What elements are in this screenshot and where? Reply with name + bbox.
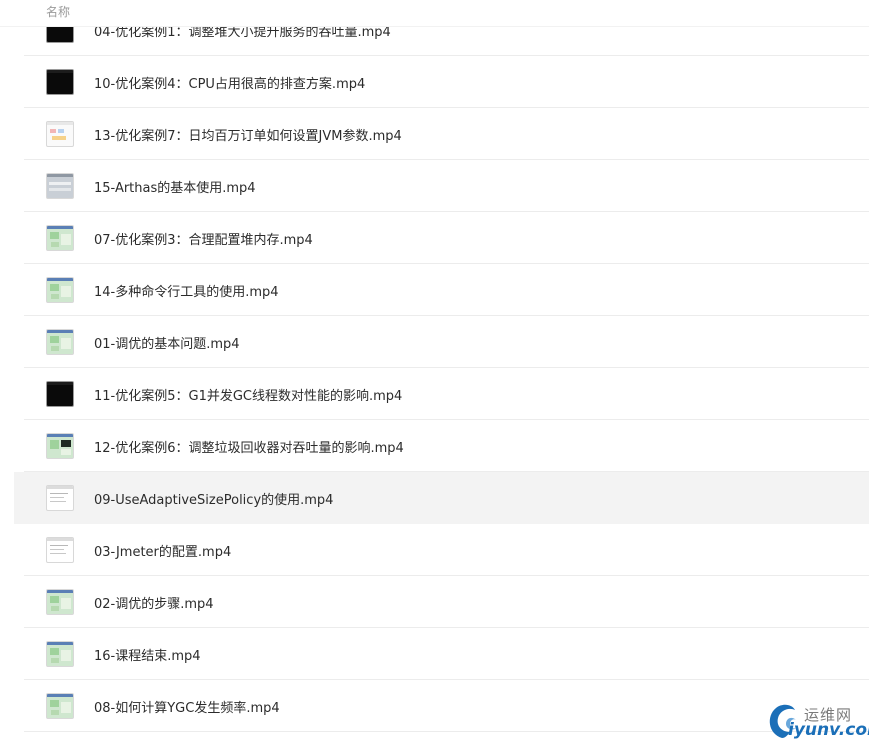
file-row[interactable]: 14-多种命令行工具的使用.mp4	[14, 264, 869, 316]
video-thumbnail-icon	[46, 277, 74, 303]
file-row[interactable]: 03-Jmeter的配置.mp4	[14, 524, 869, 576]
file-row[interactable]: 11-优化案例5：G1并发GC线程数对性能的影响.mp4	[14, 368, 869, 420]
file-explorer-page: 04-优化案例1：调整堆大小提升服务的吞吐量.mp4 10-优化案例4：CPU占用…	[0, 0, 869, 748]
video-thumbnail-icon	[46, 433, 74, 459]
file-row[interactable]: 01-调优的基本问题.mp4	[14, 316, 869, 368]
file-name: 07-优化案例3：合理配置堆内存.mp4	[94, 233, 313, 248]
video-thumbnail-icon	[46, 641, 74, 667]
file-row[interactable]: 07-优化案例3：合理配置堆内存.mp4	[14, 212, 869, 264]
video-thumbnail-icon	[46, 225, 74, 251]
video-thumbnail-icon	[46, 537, 74, 563]
file-name: 13-优化案例7：日均百万订单如何设置JVM参数.mp4	[94, 129, 402, 144]
file-name: 14-多种命令行工具的使用.mp4	[94, 285, 279, 300]
file-name: 02-调优的步骤.mp4	[94, 597, 214, 612]
file-name: 08-如何计算YGC发生频率.mp4	[94, 701, 280, 716]
file-name: 15-Arthas的基本使用.mp4	[94, 181, 256, 196]
video-thumbnail-icon	[46, 485, 74, 511]
file-name: 11-优化案例5：G1并发GC线程数对性能的影响.mp4	[94, 389, 403, 404]
video-thumbnail-icon	[46, 329, 74, 355]
file-name: 09-UseAdaptiveSizePolicy的使用.mp4	[94, 493, 334, 508]
file-row[interactable]: 15-Arthas的基本使用.mp4	[14, 160, 869, 212]
file-name: 16-课程结束.mp4	[94, 649, 201, 664]
video-thumbnail-icon	[46, 693, 74, 719]
video-thumbnail-icon	[46, 589, 74, 615]
column-header-name[interactable]: 名称	[46, 3, 70, 20]
file-row[interactable]: 10-优化案例4：CPU占用很高的排查方案.mp4	[14, 56, 869, 108]
list-header: 名称	[0, 0, 869, 27]
video-thumbnail-icon	[46, 121, 74, 147]
file-name: 12-优化案例6：调整垃圾回收器对吞吐量的影响.mp4	[94, 441, 404, 456]
watermark-logo: 运维网 iyunv.com	[762, 698, 869, 744]
video-thumbnail-icon	[46, 69, 74, 95]
video-thumbnail-icon	[46, 381, 74, 407]
file-row[interactable]: 12-优化案例6：调整垃圾回收器对吞吐量的影响.mp4	[14, 420, 869, 472]
file-name: 10-优化案例4：CPU占用很高的排查方案.mp4	[94, 77, 366, 92]
file-row[interactable]: 02-调优的步骤.mp4	[14, 576, 869, 628]
file-row[interactable]: 13-优化案例7：日均百万订单如何设置JVM参数.mp4	[14, 108, 869, 160]
file-row[interactable]: 16-课程结束.mp4	[14, 628, 869, 680]
file-list: 04-优化案例1：调整堆大小提升服务的吞吐量.mp4 10-优化案例4：CPU占用…	[0, 0, 869, 748]
file-row[interactable]: 09-UseAdaptiveSizePolicy的使用.mp4	[14, 472, 869, 524]
row-divider	[24, 731, 869, 732]
file-name: 01-调优的基本问题.mp4	[94, 337, 240, 352]
file-row[interactable]: 08-如何计算YGC发生频率.mp4	[14, 680, 869, 732]
video-thumbnail-icon	[46, 173, 74, 199]
watermark-en-text: iyunv.com	[788, 720, 869, 740]
file-name: 03-Jmeter的配置.mp4	[94, 545, 232, 560]
